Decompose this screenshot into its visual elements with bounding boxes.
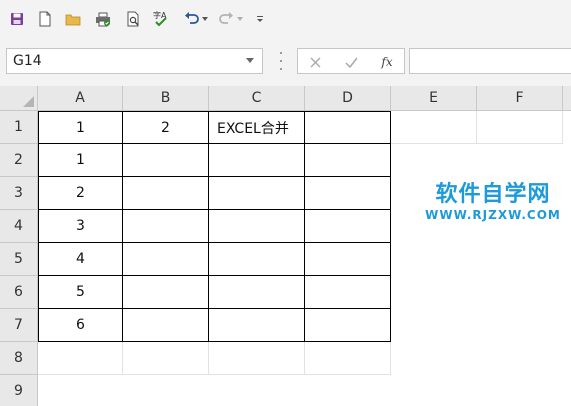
- cell-d5[interactable]: [305, 243, 391, 276]
- column-header-b[interactable]: B: [123, 86, 209, 111]
- dropdown-caret-icon[interactable]: [201, 8, 209, 30]
- cancel-icon[interactable]: [304, 53, 326, 71]
- formula-input[interactable]: [409, 48, 571, 74]
- column-header-e[interactable]: E: [391, 86, 477, 111]
- undo-icon[interactable]: [182, 8, 202, 30]
- column-header-c[interactable]: C: [209, 86, 305, 111]
- watermark-url: WWW.RJZXW.COM: [425, 208, 561, 222]
- cell-c8[interactable]: [209, 342, 305, 375]
- column-header-d[interactable]: D: [305, 86, 391, 111]
- print-icon[interactable]: [92, 8, 114, 30]
- cell-c6[interactable]: [209, 276, 305, 309]
- row-header-3[interactable]: 3: [0, 177, 38, 210]
- new-document-icon[interactable]: [34, 8, 56, 30]
- row-header-8[interactable]: 8: [0, 342, 38, 375]
- cell-c1[interactable]: EXCEL合并: [209, 111, 305, 144]
- column-header-g[interactable]: [563, 86, 571, 111]
- row-header-4[interactable]: 4: [0, 210, 38, 243]
- formula-buttons: fx: [297, 48, 405, 74]
- row-header-2[interactable]: 2: [0, 144, 38, 177]
- cell-c4[interactable]: [209, 210, 305, 243]
- watermark: 软件自学网 WWW.RJZXW.COM: [418, 176, 568, 222]
- cell-d4[interactable]: [305, 210, 391, 243]
- print-preview-icon[interactable]: [122, 8, 144, 30]
- cell-d8[interactable]: [305, 342, 391, 375]
- row-header-5[interactable]: 5: [0, 243, 38, 276]
- cell-a1[interactable]: 1: [38, 111, 123, 144]
- cell-a7[interactable]: 6: [38, 309, 123, 342]
- name-box-dropdown-icon[interactable]: [246, 58, 254, 63]
- cell-d6[interactable]: [305, 276, 391, 309]
- dropdown-caret-icon[interactable]: [236, 8, 244, 30]
- select-all-triangle-icon: [23, 96, 34, 107]
- cell-e1[interactable]: [391, 111, 477, 144]
- cell-b3[interactable]: [123, 177, 209, 210]
- row-header-9[interactable]: 9: [0, 375, 38, 406]
- cell-c7[interactable]: [209, 309, 305, 342]
- row-header-1[interactable]: 1: [0, 111, 38, 144]
- watermark-title: 软件自学网: [435, 182, 551, 207]
- cell-a8[interactable]: [38, 342, 123, 375]
- cell-a6[interactable]: 5: [38, 276, 123, 309]
- cell-b2[interactable]: [123, 144, 209, 177]
- cell-b6[interactable]: [123, 276, 209, 309]
- cell-d1[interactable]: [305, 111, 391, 144]
- column-header-a[interactable]: A: [38, 86, 123, 111]
- name-box-value: G14: [13, 53, 42, 69]
- formula-bar-resize-handle[interactable]: [280, 52, 283, 70]
- cell-f1[interactable]: [477, 111, 563, 144]
- save-icon[interactable]: [6, 8, 28, 30]
- customize-toolbar-icon[interactable]: [254, 8, 266, 30]
- column-header-f[interactable]: F: [477, 86, 563, 111]
- insert-function-button[interactable]: fx: [376, 53, 398, 71]
- select-all-corner[interactable]: [0, 86, 38, 111]
- spelling-icon[interactable]: 字A: [150, 8, 172, 30]
- cell-c2[interactable]: [209, 144, 305, 177]
- cell-a2[interactable]: 1: [38, 144, 123, 177]
- cell-b5[interactable]: [123, 243, 209, 276]
- cell-b1[interactable]: 2: [123, 111, 209, 144]
- cell-d7[interactable]: [305, 309, 391, 342]
- cell-c5[interactable]: [209, 243, 305, 276]
- cell-a4[interactable]: 3: [38, 210, 123, 243]
- open-folder-icon[interactable]: [62, 8, 84, 30]
- row-header-6[interactable]: 6: [0, 276, 38, 309]
- cell-b4[interactable]: [123, 210, 209, 243]
- cell-a5[interactable]: 4: [38, 243, 123, 276]
- cell-b7[interactable]: [123, 309, 209, 342]
- row-header-7[interactable]: 7: [0, 309, 38, 342]
- quick-access-toolbar: 字A: [0, 0, 571, 38]
- cell-d2[interactable]: [305, 144, 391, 177]
- enter-check-icon[interactable]: [340, 53, 362, 71]
- formula-bar: G14 fx: [0, 38, 571, 87]
- cell-a3[interactable]: 2: [38, 177, 123, 210]
- cell-b8[interactable]: [123, 342, 209, 375]
- cell-c3[interactable]: [209, 177, 305, 210]
- redo-icon[interactable]: [216, 8, 236, 30]
- name-box[interactable]: G14: [6, 48, 263, 74]
- cell-d3[interactable]: [305, 177, 391, 210]
- spreadsheet-grid: A B C D E F 1 2 3 4 5 6 7 8 9 1 2 EXCEL合…: [0, 86, 571, 406]
